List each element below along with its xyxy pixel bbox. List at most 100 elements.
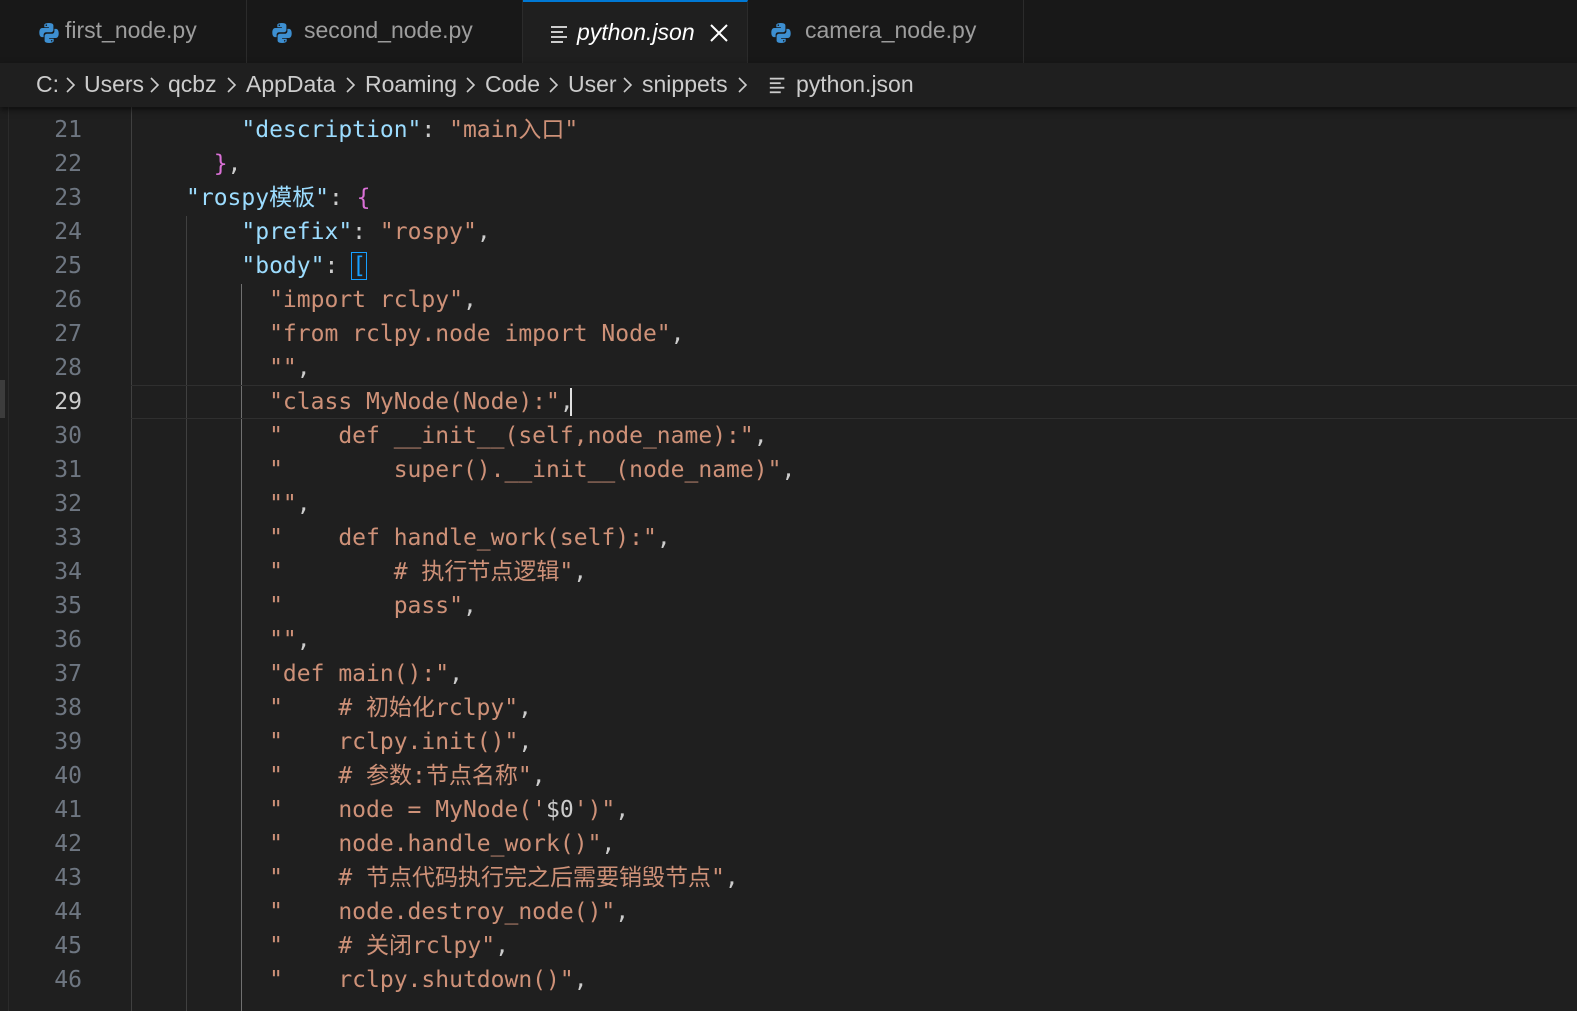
- tab-label: second_node.py: [304, 17, 473, 43]
- code-token: "main入口": [449, 117, 579, 143]
- code-token: " # 节点代码执行完之后需要销毁节点": [186, 865, 725, 891]
- chevron-right-icon: [227, 77, 237, 93]
- code-line[interactable]: 42 " node.handle_work()",: [0, 827, 1577, 861]
- code-line[interactable]: 25 "body": [: [0, 249, 1577, 283]
- breadcrumb-item-appdata[interactable]: AppData: [246, 71, 336, 98]
- code-token: ,: [670, 321, 685, 347]
- code-line[interactable]: 35 " pass",: [0, 589, 1577, 623]
- line-number: 44: [54, 899, 82, 925]
- breadcrumb-item-drive[interactable]: C:: [36, 71, 59, 98]
- code-token: ,: [495, 933, 509, 959]
- code-token: ,: [296, 627, 311, 653]
- code-line[interactable]: 27 "from rclpy.node import Node",: [0, 317, 1577, 351]
- breadcrumb-item-file[interactable]: python.json: [796, 71, 914, 98]
- chevron-right-icon: [623, 77, 633, 93]
- code-token: ,: [531, 763, 546, 789]
- code-token: ,: [227, 151, 242, 177]
- python-icon: [39, 23, 59, 43]
- code-token: ,: [296, 355, 311, 381]
- code-text: " # 关闭rclpy",: [186, 929, 509, 963]
- line-number: 41: [54, 797, 82, 823]
- line-number: 21: [54, 117, 82, 143]
- json-file-icon: [769, 77, 785, 94]
- code-line[interactable]: 38 " # 初始化rclpy",: [0, 691, 1577, 725]
- code-text: "",: [186, 487, 311, 521]
- code-token: " rclpy.init()": [186, 729, 519, 755]
- line-number: 37: [54, 661, 82, 687]
- breadcrumb-item-roaming[interactable]: Roaming: [365, 71, 457, 98]
- chevron-right-icon: [738, 77, 748, 93]
- code-token: " node = MyNode(': [186, 797, 547, 823]
- code-token: ')": [573, 797, 616, 823]
- code-line[interactable]: 28 "",: [0, 351, 1577, 385]
- code-token: " # 关闭rclpy": [186, 933, 496, 959]
- code-line[interactable]: 30 " def __init__(self,node_name):",: [0, 419, 1577, 453]
- line-number: 40: [54, 763, 82, 789]
- tab-python-json[interactable]: python.json: [523, 0, 748, 63]
- code-line[interactable]: 34 " # 执行节点逻辑",: [0, 555, 1577, 589]
- code-text: " node.destroy_node()",: [186, 895, 629, 929]
- tab-first-node[interactable]: first_node.py: [8, 0, 247, 63]
- code-token: $0: [546, 797, 574, 823]
- code-line[interactable]: 32 "",: [0, 487, 1577, 521]
- code-line[interactable]: 23 "rospy模板": {: [0, 181, 1577, 215]
- code-text: "",: [186, 351, 311, 385]
- code-token: " node.destroy_node()": [186, 899, 616, 925]
- breadcrumb-item-code[interactable]: Code: [485, 71, 540, 98]
- code-token: "": [186, 355, 297, 381]
- breadcrumb-item-snippets[interactable]: snippets: [642, 71, 728, 98]
- breadcrumb-item-user[interactable]: User: [568, 71, 617, 98]
- code-token: "": [186, 491, 297, 517]
- code-token: " node.handle_work()": [186, 831, 602, 857]
- code-line[interactable]: 43 " # 节点代码执行完之后需要销毁节点",: [0, 861, 1577, 895]
- editor-window: first_node.py second_node.py python.json: [0, 0, 1577, 1011]
- code-line[interactable]: 29 "class MyNode(Node):",: [0, 385, 1577, 419]
- code-text: "rospy模板": {: [186, 181, 371, 215]
- code-token: ,: [559, 389, 574, 415]
- code-editor[interactable]: 21 "description": "main入口" 22 }, 23 "rospy模…: [0, 107, 1577, 1011]
- code-text: " node.handle_work()",: [186, 827, 615, 861]
- code-line[interactable]: 39 " rclpy.init()",: [0, 725, 1577, 759]
- close-icon[interactable]: [707, 21, 731, 45]
- code-token: ,: [573, 967, 588, 993]
- breadcrumb-item-users[interactable]: Users: [84, 71, 144, 98]
- code-token: " # 执行节点逻辑": [186, 559, 574, 585]
- line-number: 33: [54, 525, 82, 551]
- code-text: " node = MyNode('$0')",: [186, 793, 629, 827]
- code-token: ,: [476, 219, 491, 245]
- tab-second-node[interactable]: second_node.py: [247, 0, 523, 63]
- code-token: " pass": [186, 593, 463, 619]
- code-text: "class MyNode(Node):",: [186, 385, 574, 419]
- code-line[interactable]: 37 "def main():",: [0, 657, 1577, 691]
- code-token: }: [186, 151, 228, 177]
- code-line[interactable]: 21 "description": "main入口": [0, 113, 1577, 147]
- code-line[interactable]: 31 " super().__init__(node_name)",: [0, 453, 1577, 487]
- code-token: "rospy": [379, 219, 477, 245]
- line-number: 45: [54, 933, 82, 959]
- line-number: 43: [54, 865, 82, 891]
- code-text: },: [186, 147, 242, 181]
- code-line[interactable]: 44 " node.destroy_node()",: [0, 895, 1577, 929]
- code-token: ,: [615, 899, 630, 925]
- tab-label: python.json: [577, 19, 695, 45]
- code-line[interactable]: 26 "import rclpy",: [0, 283, 1577, 317]
- code-line[interactable]: 36 "",: [0, 623, 1577, 657]
- code-token: ,: [656, 525, 671, 551]
- tab-camera-node[interactable]: camera_node.py: [748, 0, 1024, 63]
- breadcrumb-item-qcbz[interactable]: qcbz: [168, 71, 217, 98]
- code-line[interactable]: 22 },: [0, 147, 1577, 181]
- code-line[interactable]: 41 " node = MyNode('$0')",: [0, 793, 1577, 827]
- code-text: " rclpy.init()",: [186, 725, 532, 759]
- code-line[interactable]: 24 "prefix": "rospy",: [0, 215, 1577, 249]
- code-line[interactable]: 33 " def handle_work(self):",: [0, 521, 1577, 555]
- code-token: " def __init__(self,node_name):": [186, 423, 754, 449]
- code-line[interactable]: 46 " rclpy.shutdown()",: [0, 963, 1577, 997]
- code-token: ,: [462, 287, 477, 313]
- code-line[interactable]: 40 " # 参数:节点名称",: [0, 759, 1577, 793]
- code-token: ,: [296, 491, 311, 517]
- code-token: ,: [601, 831, 616, 857]
- code-line[interactable]: 45 " # 关闭rclpy",: [0, 929, 1577, 963]
- code-token: "prefix": [186, 219, 353, 245]
- line-number: 46: [54, 967, 82, 993]
- code-text: " # 执行节点逻辑",: [186, 555, 587, 589]
